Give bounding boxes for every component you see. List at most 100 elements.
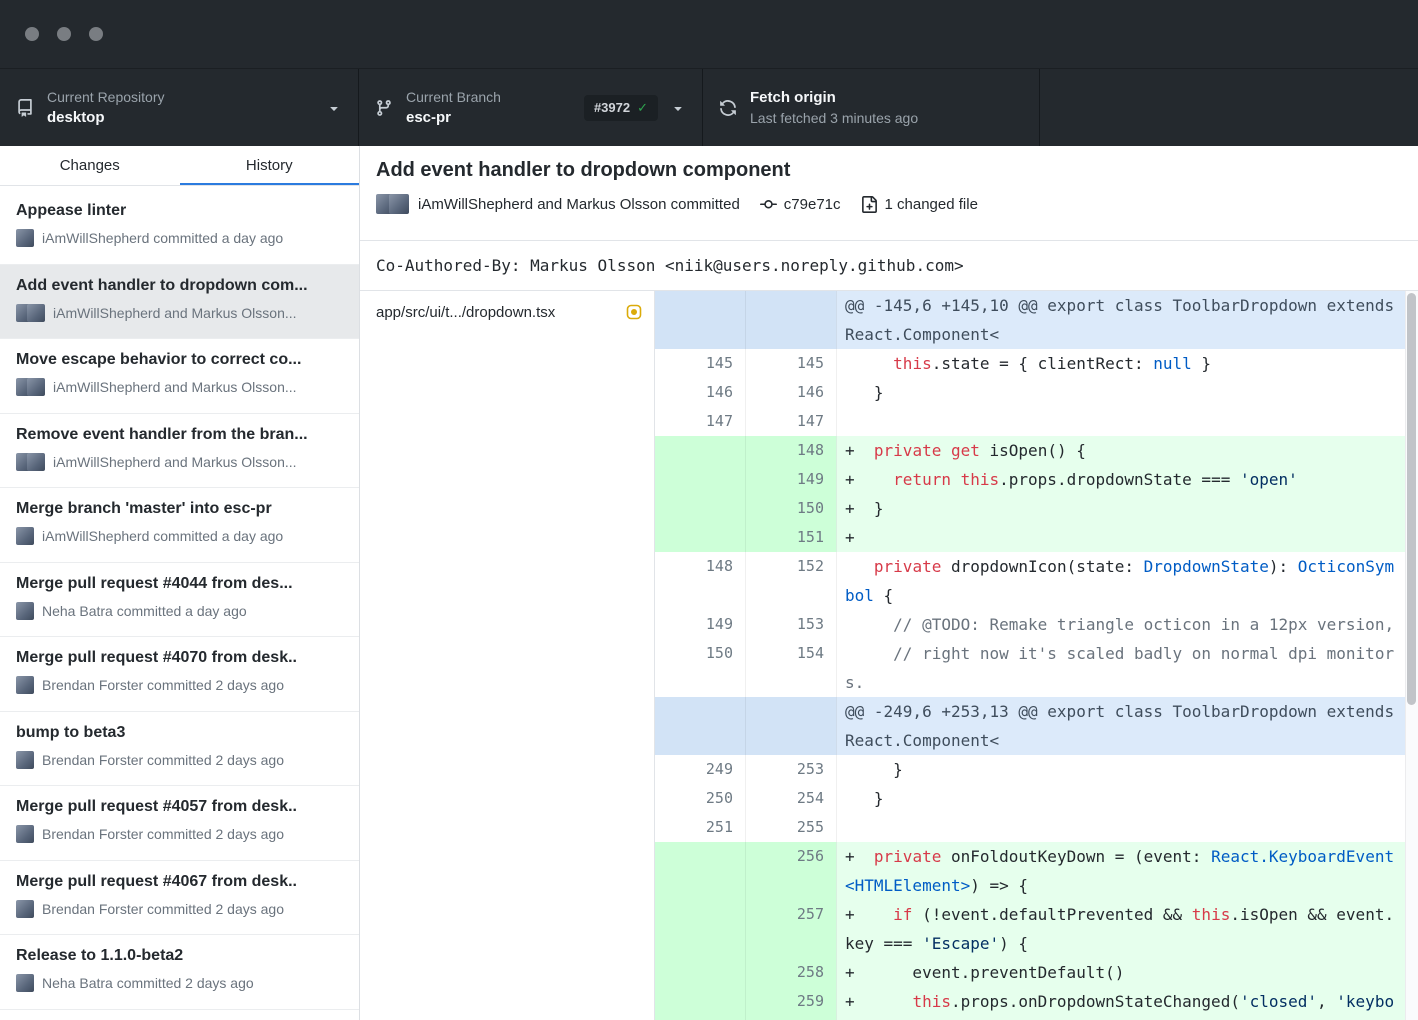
avatar bbox=[16, 602, 34, 620]
file-list-item[interactable]: app/src/ui/t.../dropdown.tsx bbox=[360, 291, 654, 333]
code-content: + if (!event.defaultPrevented && this.is… bbox=[836, 900, 1418, 958]
new-line-number: 152 bbox=[745, 552, 836, 610]
old-line-number: 250 bbox=[655, 784, 745, 813]
avatar bbox=[27, 378, 45, 396]
commit-meta-text: Brendan Forster committed 2 days ago bbox=[42, 677, 284, 693]
commit-meta: Neha Batra committed 2 days ago bbox=[16, 974, 343, 992]
diff-line-context: 251255 bbox=[655, 813, 1418, 842]
diff-line-context: 249253 } bbox=[655, 755, 1418, 784]
commit-avatars bbox=[16, 825, 34, 843]
commit-sha-group: c79e71c bbox=[760, 196, 841, 213]
new-line-number: 150 bbox=[745, 494, 836, 523]
commit-meta: iAmWillShepherd committed a day ago bbox=[16, 229, 343, 247]
tab-changes[interactable]: Changes bbox=[0, 146, 180, 185]
new-line-number: 153 bbox=[745, 610, 836, 639]
new-line-number: 146 bbox=[745, 378, 836, 407]
commit-meta: Brendan Forster committed 2 days ago bbox=[16, 676, 343, 694]
code-content: @@ -145,6 +145,10 @@ export class Toolba… bbox=[836, 291, 1418, 349]
commit-list-item[interactable]: Merge pull request #4078 from desk.. bbox=[0, 1010, 359, 1020]
new-line-number: 255 bbox=[745, 813, 836, 842]
new-line-number: 145 bbox=[745, 349, 836, 378]
commit-header: Add event handler to dropdown component … bbox=[360, 146, 1418, 240]
code-content: + bbox=[836, 523, 1418, 552]
minimize-window-button[interactable] bbox=[57, 27, 71, 41]
code-content: // right now it's scaled badly on normal… bbox=[836, 639, 1418, 697]
old-line-number bbox=[655, 697, 745, 755]
commit-meta: Neha Batra committed a day ago bbox=[16, 602, 343, 620]
scrollbar-thumb[interactable] bbox=[1407, 293, 1416, 705]
avatar bbox=[16, 229, 34, 247]
commit-avatars bbox=[16, 974, 34, 992]
code-content: this.state = { clientRect: null } bbox=[836, 349, 1418, 378]
new-line-number: 257 bbox=[745, 900, 836, 958]
old-line-number: 149 bbox=[655, 610, 745, 639]
avatar bbox=[16, 974, 34, 992]
commit-meta-text: Brendan Forster committed 2 days ago bbox=[42, 752, 284, 768]
old-line-number bbox=[655, 987, 745, 1020]
commit-meta-text: iAmWillShepherd and Markus Olsson... bbox=[53, 379, 297, 395]
new-line-number: 149 bbox=[745, 465, 836, 494]
diff-line-context: 146146 } bbox=[655, 378, 1418, 407]
old-line-number: 148 bbox=[655, 552, 745, 610]
code-content: } bbox=[836, 378, 1418, 407]
commit-list-item[interactable]: Merge pull request #4044 from des... Neh… bbox=[0, 563, 359, 638]
commit-header-avatars bbox=[376, 194, 409, 214]
commit-list-item[interactable]: Appease linter iAmWillShepherd committed… bbox=[0, 190, 359, 265]
diff-line-added: 259+ this.props.onDropdownStateChanged('… bbox=[655, 987, 1418, 1020]
commit-meta: iAmWillShepherd committed a day ago bbox=[16, 527, 343, 545]
code-content: + this.props.onDropdownStateChanged('clo… bbox=[836, 987, 1418, 1020]
new-line-number bbox=[745, 291, 836, 349]
commit-list-item[interactable]: Merge branch 'master' into esc-pr iAmWil… bbox=[0, 488, 359, 563]
file-path: app/src/ui/t.../dropdown.tsx bbox=[376, 304, 616, 321]
git-branch-icon bbox=[375, 99, 393, 117]
commit-list-item[interactable]: Move escape behavior to correct co... iA… bbox=[0, 339, 359, 414]
zoom-window-button[interactable] bbox=[89, 27, 103, 41]
commit-avatars bbox=[16, 676, 34, 694]
diff-line-context: 147147 bbox=[655, 407, 1418, 436]
old-line-number: 150 bbox=[655, 639, 745, 697]
diff-line-context: 150154 // right now it's scaled badly on… bbox=[655, 639, 1418, 697]
commit-meta-text: iAmWillShepherd committed a day ago bbox=[42, 230, 283, 246]
commit-meta-text: iAmWillShepherd committed a day ago bbox=[42, 528, 283, 544]
commit-list-item[interactable]: Merge pull request #4057 from desk.. Bre… bbox=[0, 786, 359, 861]
commit-title: Remove event handler from the bran... bbox=[16, 426, 343, 444]
old-line-number bbox=[655, 842, 745, 900]
changed-files-panel: app/src/ui/t.../dropdown.tsx bbox=[360, 291, 655, 1020]
commit-title: bump to beta3 bbox=[16, 724, 343, 742]
commit-avatars bbox=[16, 602, 34, 620]
sync-icon bbox=[719, 99, 737, 117]
commit-list-item[interactable]: Merge pull request #4067 from desk.. Bre… bbox=[0, 861, 359, 936]
diff-line-context: 148152 private dropdownIcon(state: Dropd… bbox=[655, 552, 1418, 610]
diff-scrollbar[interactable] bbox=[1405, 291, 1418, 1020]
code-content: + } bbox=[836, 494, 1418, 523]
commit-title: Merge branch 'master' into esc-pr bbox=[16, 500, 343, 518]
tab-history[interactable]: History bbox=[180, 146, 360, 185]
commit-title: Release to 1.1.0-beta2 bbox=[16, 947, 343, 965]
commit-list-item[interactable]: Release to 1.1.0-beta2 Neha Batra commit… bbox=[0, 935, 359, 1010]
app-window: Current Repository desktop Current Branc… bbox=[0, 0, 1418, 1020]
new-line-number: 151 bbox=[745, 523, 836, 552]
titlebar bbox=[0, 0, 1418, 68]
avatar bbox=[389, 194, 409, 214]
new-line-number: 254 bbox=[745, 784, 836, 813]
fetch-origin-button[interactable]: Fetch origin Last fetched 3 minutes ago bbox=[703, 69, 1040, 146]
main-panel: Add event handler to dropdown component … bbox=[360, 146, 1418, 1020]
commit-meta: iAmWillShepherd and Markus Olsson... bbox=[16, 453, 343, 471]
current-branch-button[interactable]: Current Branch esc-pr #3972 ✓ bbox=[359, 69, 703, 146]
pull-request-number: #3972 bbox=[594, 100, 630, 115]
sidebar: Changes History Appease linter iAmWillSh… bbox=[0, 146, 360, 1020]
old-line-number bbox=[655, 494, 745, 523]
close-window-button[interactable] bbox=[25, 27, 39, 41]
commit-list-item[interactable]: Add event handler to dropdown com... iAm… bbox=[0, 265, 359, 340]
old-line-number bbox=[655, 900, 745, 958]
commit-list-item[interactable]: bump to beta3 Brendan Forster committed … bbox=[0, 712, 359, 787]
commit-list: Appease linter iAmWillShepherd committed… bbox=[0, 186, 359, 1020]
commit-avatars bbox=[16, 378, 45, 396]
fetch-origin-label: Fetch origin bbox=[750, 89, 918, 106]
current-repository-button[interactable]: Current Repository desktop bbox=[0, 69, 359, 146]
commit-title: Merge pull request #4044 from des... bbox=[16, 575, 343, 593]
commit-meta-row: iAmWillShepherd and Markus Olsson commit… bbox=[376, 194, 1402, 214]
commit-list-item[interactable]: Remove event handler from the bran... iA… bbox=[0, 414, 359, 489]
commit-list-item[interactable]: Merge pull request #4070 from desk.. Bre… bbox=[0, 637, 359, 712]
pull-request-badge: #3972 ✓ bbox=[584, 95, 658, 121]
